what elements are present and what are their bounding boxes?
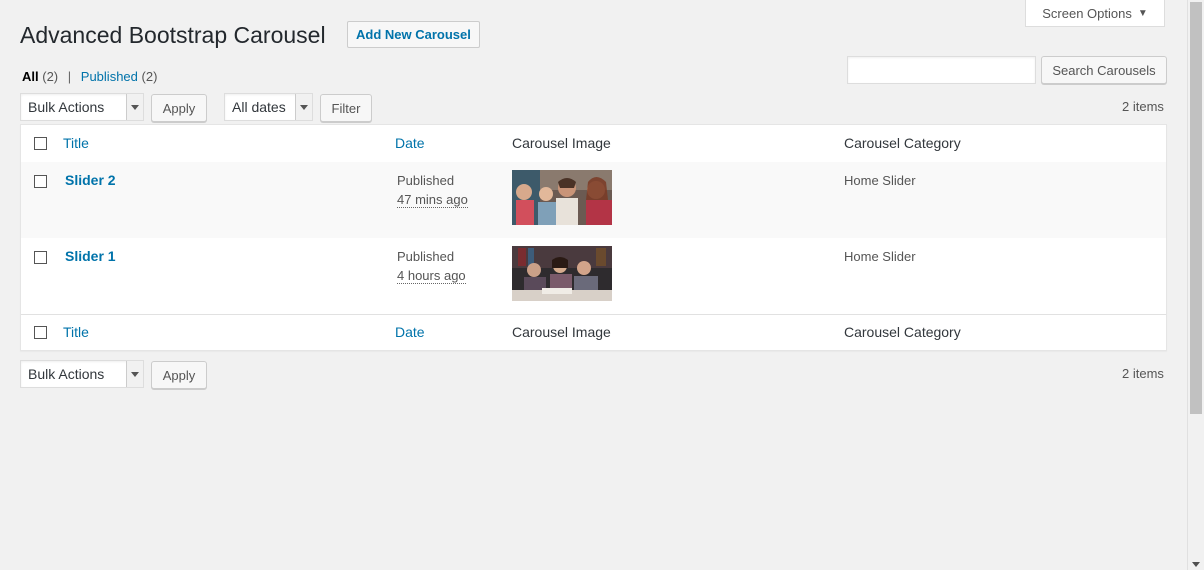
status-filters: All (2) | Published (2) (22, 69, 157, 84)
filter-separator: | (67, 69, 72, 84)
column-carousel-image-footer: Carousel Image (512, 324, 611, 340)
triangle-down-icon: ▼ (1137, 7, 1148, 19)
chevron-down-icon (126, 361, 143, 387)
scrollbar-thumb[interactable] (1190, 2, 1202, 414)
column-carousel-category: Carousel Category (844, 135, 961, 151)
column-date-sort-footer[interactable]: Date (395, 324, 425, 340)
column-title-sort[interactable]: Title (63, 135, 89, 151)
carousel-thumbnail[interactable] (512, 170, 612, 225)
row-time: 4 hours ago (397, 268, 466, 284)
filter-all-count: (2) (42, 69, 59, 84)
row-status: Published (397, 249, 455, 264)
carousel-thumbnail[interactable] (512, 246, 612, 301)
chevron-down-icon (295, 94, 312, 120)
row-checkbox[interactable] (34, 251, 47, 264)
table-row: Slider 1 Published 4 hours ago Home Slid… (21, 238, 1166, 314)
filter-button[interactable]: Filter (320, 94, 372, 122)
apply-button-bottom[interactable]: Apply (151, 361, 207, 389)
group-of-students-photo (512, 170, 612, 225)
bulk-actions-select-top[interactable]: Bulk Actions (20, 93, 144, 121)
search-input[interactable] (847, 56, 1036, 84)
apply-button-top[interactable]: Apply (151, 94, 207, 122)
vertical-scrollbar[interactable] (1187, 0, 1204, 570)
screen-options-button[interactable]: Screen Options ▼ (1025, 0, 1165, 27)
page-title: Advanced Bootstrap Carousel (20, 22, 326, 48)
filter-published-count: (2) (141, 69, 158, 84)
bulk-actions-value: Bulk Actions (28, 366, 105, 382)
chevron-down-icon (126, 94, 143, 120)
row-category: Home Slider (844, 249, 916, 264)
table-header-row: Title Date Carousel Image Carousel Categ… (21, 125, 1166, 163)
bulk-actions-select-bottom[interactable]: Bulk Actions (20, 360, 144, 388)
dates-value: All dates (232, 99, 286, 115)
carousel-table: Title Date Carousel Image Carousel Categ… (20, 124, 1167, 351)
dates-select[interactable]: All dates (224, 93, 313, 121)
row-status: Published (397, 173, 455, 188)
table-row: Slider 2 Published 47 mins ago Home Slid… (21, 162, 1166, 238)
bulk-actions-value: Bulk Actions (28, 99, 105, 115)
row-title-link[interactable]: Slider 2 (65, 172, 116, 188)
add-new-carousel-button[interactable]: Add New Carousel (347, 21, 480, 48)
row-checkbox[interactable] (34, 175, 47, 188)
row-category: Home Slider (844, 173, 916, 188)
items-count-bottom: 2 items (1122, 366, 1164, 381)
items-count-top: 2 items (1122, 99, 1164, 114)
filter-all-link[interactable]: All (22, 69, 39, 84)
column-title-sort-footer[interactable]: Title (63, 324, 89, 340)
column-carousel-image: Carousel Image (512, 135, 611, 151)
row-time: 47 mins ago (397, 192, 468, 208)
column-carousel-category-footer: Carousel Category (844, 324, 961, 340)
scroll-down-arrow-icon[interactable] (1188, 558, 1204, 570)
students-studying-photo (512, 246, 612, 301)
filter-published-link[interactable]: Published (81, 69, 138, 84)
table-footer-row: Title Date Carousel Image Carousel Categ… (21, 314, 1166, 351)
column-date-sort[interactable]: Date (395, 135, 425, 151)
search-carousels-button[interactable]: Search Carousels (1041, 56, 1167, 84)
select-all-checkbox[interactable] (34, 137, 47, 150)
row-title-link[interactable]: Slider 1 (65, 248, 116, 264)
screen-options-label: Screen Options (1042, 5, 1132, 21)
select-all-checkbox-footer[interactable] (34, 326, 47, 339)
